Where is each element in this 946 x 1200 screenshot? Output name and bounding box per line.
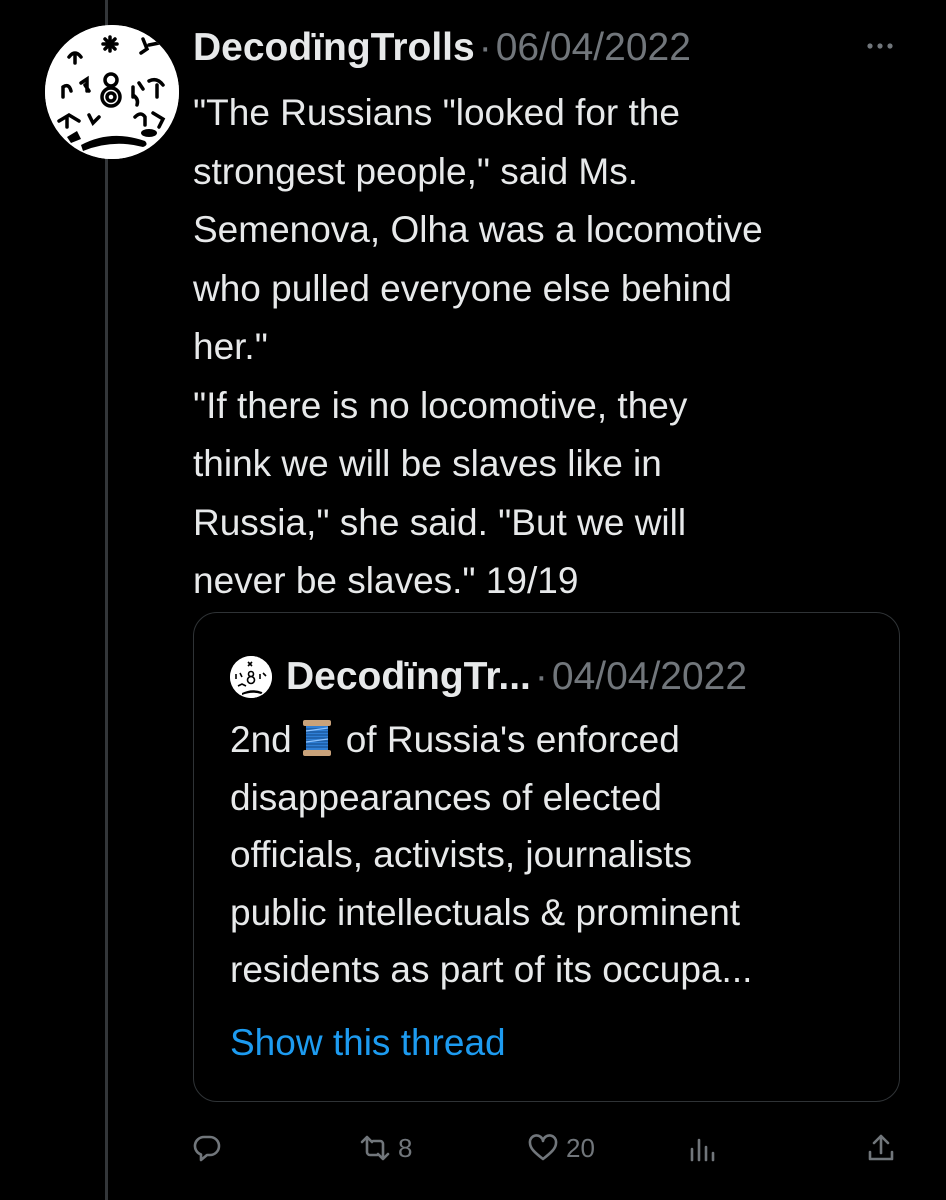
- quoted-author-avatar: [230, 656, 272, 698]
- post-text-line: never be slaves." 19/19: [193, 560, 579, 601]
- author-name[interactable]: DecodïngTrolls: [193, 26, 475, 70]
- quoted-text-line: public intellectuals & prominent: [230, 891, 741, 933]
- quoted-text-first-rest: of Russia's enforced: [345, 719, 680, 760]
- quoted-author-name[interactable]: DecodïngTr...: [286, 655, 531, 699]
- reply-button[interactable]: [192, 1126, 222, 1170]
- post-text-line: strongest people," said Ms.: [193, 150, 639, 192]
- share-button[interactable]: [866, 1126, 896, 1170]
- repost-count: 8: [398, 1132, 413, 1163]
- show-thread-link[interactable]: Show this thread: [230, 1018, 506, 1068]
- quoted-text-line: disappearances of elected: [230, 776, 662, 818]
- post-text-line: her.": [193, 326, 268, 367]
- post-header: DecodïngTrolls · 06/04/2022: [193, 23, 691, 73]
- post-action-bar: 8 20: [0, 1126, 946, 1170]
- post-date[interactable]: 06/04/2022: [496, 26, 691, 70]
- quoted-post-text: 2nd of Russia's enforced disappearances …: [230, 711, 880, 999]
- repost-button[interactable]: 8: [360, 1126, 412, 1170]
- post-text-line: Russia," she said. "But we will: [193, 501, 687, 543]
- like-count: 20: [566, 1132, 595, 1163]
- quoted-text-lead: 2nd: [230, 719, 292, 760]
- quoted-post-card[interactable]: DecodïngTr... · 04/04/2022 2nd of Russia…: [193, 612, 900, 1102]
- thread-connector-line: [105, 0, 108, 1200]
- post-text-line: think we will be slaves like in: [193, 443, 662, 484]
- quoted-post-header: DecodïngTr... · 04/04/2022: [230, 653, 747, 701]
- author-avatar[interactable]: [45, 25, 179, 159]
- thread-spool-icon: [302, 720, 331, 756]
- quoted-text-line: officials, activists, journalists: [230, 834, 692, 875]
- petroglyph-avatar-icon: [45, 25, 179, 159]
- header-separator: ·: [478, 26, 492, 69]
- reply-icon: [193, 1135, 221, 1162]
- like-button[interactable]: 20: [528, 1126, 595, 1170]
- post-text: "The Russians "looked for the strongest …: [193, 84, 913, 611]
- repost-icon: [360, 1135, 390, 1161]
- post-text-line: who pulled everyone else behind: [193, 267, 732, 309]
- post-text-line: "If there is no locomotive, they: [193, 384, 688, 426]
- post-text-line: Semenova, Olha was a locomotive: [193, 209, 763, 250]
- quoted-post-date: 04/04/2022: [551, 655, 748, 698]
- quoted-text-line: 2nd of Russia's enforced: [230, 711, 880, 769]
- heart-icon: [528, 1134, 558, 1161]
- petroglyph-avatar-icon: [230, 656, 272, 698]
- share-icon: [868, 1134, 894, 1161]
- more-horizontal-icon[interactable]: [860, 34, 900, 58]
- post-text-line: "The Russians "looked for the: [193, 92, 680, 133]
- quoted-text-line: residents as part of its occupa...: [230, 949, 753, 990]
- quoted-header-separator: ·: [534, 655, 548, 698]
- views-chart-icon: [690, 1138, 715, 1162]
- views-button[interactable]: [688, 1126, 718, 1170]
